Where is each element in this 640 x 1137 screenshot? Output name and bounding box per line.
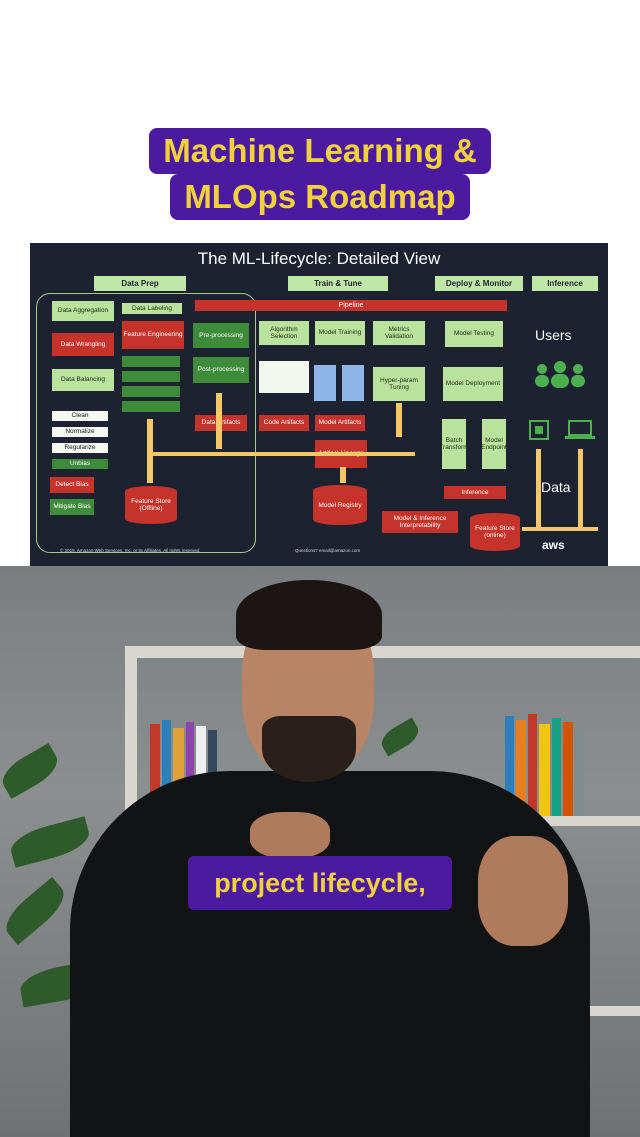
box-training-tile-1 xyxy=(314,365,336,401)
box-inference: Inference xyxy=(444,486,506,499)
box-regularize: Regularize xyxy=(52,443,108,453)
pipeline-bar: Pipeline xyxy=(195,300,507,311)
box-fe-sub-3 xyxy=(122,386,180,397)
connector-registry xyxy=(340,467,346,483)
title-line-1: Machine Learning & xyxy=(149,128,491,174)
feature-store-offline: Feature Store (Offline) xyxy=(125,486,177,524)
slide-contact: Questions? email@amazon.com xyxy=(295,548,361,553)
box-fe-sub-2 xyxy=(122,371,180,382)
box-algorithm-list xyxy=(259,361,309,393)
box-mitigate-bias: Mitigate Bias xyxy=(50,499,94,515)
phase-data-prep: Data Prep xyxy=(94,276,186,291)
person-body xyxy=(70,771,590,1137)
connector-data-right xyxy=(578,449,583,529)
aws-logo: aws xyxy=(542,538,565,552)
box-fe-sub-4 xyxy=(122,401,180,412)
box-data-aggregation: Data Aggregation xyxy=(52,301,114,321)
box-data-balancing: Data Balancing xyxy=(52,369,114,391)
person-hand-left xyxy=(250,812,330,858)
box-normalize: Normalize xyxy=(52,427,108,437)
users-icon xyxy=(535,361,585,388)
phase-train-tune: Train & Tune xyxy=(288,276,388,291)
box-pre-processing: Pre-processing xyxy=(193,323,249,348)
model-registry: Model Registry xyxy=(313,485,367,525)
box-metrics-validation: Metrics Validation xyxy=(373,321,425,345)
users-label: Users xyxy=(535,327,572,343)
box-model-deployment: Model Deployment xyxy=(443,367,503,401)
chip-icon xyxy=(529,420,549,440)
slide-title: The ML-Lifecycle: Detailed View xyxy=(197,249,441,268)
box-unbias: Unbias xyxy=(52,459,108,469)
box-model-artifacts: Model Artifacts xyxy=(315,415,365,431)
slide-copyright: © 2019, Amazon Web Services, Inc. or its… xyxy=(60,548,201,553)
laptop-icon xyxy=(565,420,595,439)
box-post-processing: Post-processing xyxy=(193,357,249,383)
connector-data-bottom xyxy=(522,527,598,531)
box-feature-engineering: Feature Engineering xyxy=(122,321,184,349)
title-line-2: MLOps Roadmap xyxy=(170,174,470,220)
box-code-artifacts: Code Artifacts xyxy=(259,415,309,431)
box-training-tile-2 xyxy=(342,365,364,401)
box-data-wrangling: Data Wrangling xyxy=(52,333,114,356)
box-data-labeling: Data Labeling xyxy=(122,303,182,314)
data-label: Data xyxy=(541,479,571,495)
ml-lifecycle-slide: The ML-Lifecycle: Detailed View Data Pre… xyxy=(30,243,608,566)
connector-post xyxy=(216,393,222,449)
box-interpretability: Model & Inference Interpretability xyxy=(382,511,458,533)
caption-text: project lifecycle, xyxy=(188,856,452,910)
box-model-testing: Model Testing xyxy=(445,321,503,347)
person-hair xyxy=(236,580,382,650)
phase-deploy-monitor: Deploy & Monitor xyxy=(435,276,523,291)
box-model-endpoint: Model Endpoint xyxy=(481,419,507,469)
box-hyperparam-tuning: Hyper-param Tuning xyxy=(373,367,425,401)
box-detect-bias: Detect Bias xyxy=(50,477,94,493)
box-clean: Clean xyxy=(52,411,108,421)
video-frame xyxy=(0,566,640,1137)
title-banner: Machine Learning & MLOps Roadmap xyxy=(0,128,640,220)
connector-lineage xyxy=(153,452,415,456)
box-algorithm-selection: Algorithm Selection xyxy=(259,321,309,345)
phase-inference: Inference xyxy=(532,276,598,291)
box-fe-sub-1 xyxy=(122,356,180,367)
connector-feature-store xyxy=(147,419,153,483)
feature-store-online: Feature Store (online) xyxy=(470,513,520,551)
person-beard xyxy=(262,716,356,782)
caption: project lifecycle, xyxy=(0,856,640,910)
connector-hyperparam xyxy=(396,403,402,437)
box-batch-transform: Batch Transform xyxy=(439,419,469,469)
box-model-training: Model Training xyxy=(315,321,365,345)
plant-leaf-1 xyxy=(0,743,64,799)
